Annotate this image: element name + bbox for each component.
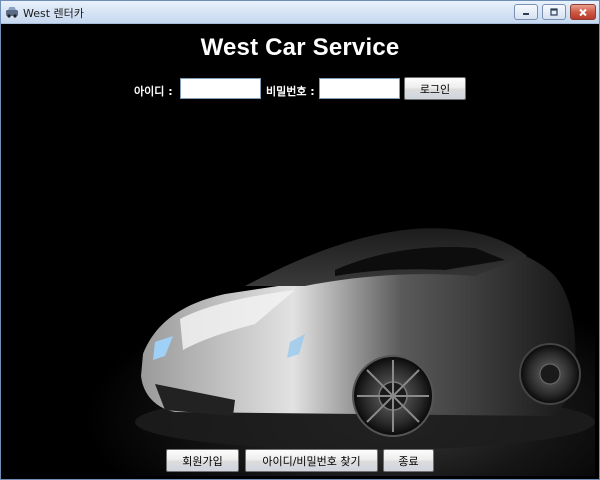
maximize-icon xyxy=(550,8,558,16)
id-label: 아이디 : xyxy=(134,85,173,98)
id-input[interactable] xyxy=(180,78,261,99)
car-icon xyxy=(6,7,18,18)
close-icon xyxy=(579,8,587,16)
minimize-button[interactable] xyxy=(514,4,538,20)
window-title: West 렌터카 xyxy=(23,7,84,20)
page-title: West Car Service xyxy=(200,34,400,61)
main-window: West 렌터카 West Car Service 아이디: 비밀번호: 로… xyxy=(0,0,600,480)
client-area: West Car Service 아이디 : 비밀번호 : 로그인 회원가입 아… xyxy=(5,24,595,476)
password-input[interactable] xyxy=(319,78,400,99)
minimize-icon xyxy=(523,13,529,15)
password-label: 비밀번호 : xyxy=(266,85,315,98)
login-button[interactable]: 로그인 xyxy=(404,77,466,100)
find-account-button[interactable]: 아이디/비밀번호 찾기 xyxy=(245,449,378,472)
signup-button[interactable]: 회원가입 xyxy=(166,449,239,472)
exit-button[interactable]: 종료 xyxy=(383,449,434,472)
title-bar[interactable]: West 렌터카 xyxy=(1,1,599,24)
close-button[interactable] xyxy=(570,4,596,20)
maximize-button[interactable] xyxy=(542,4,566,20)
